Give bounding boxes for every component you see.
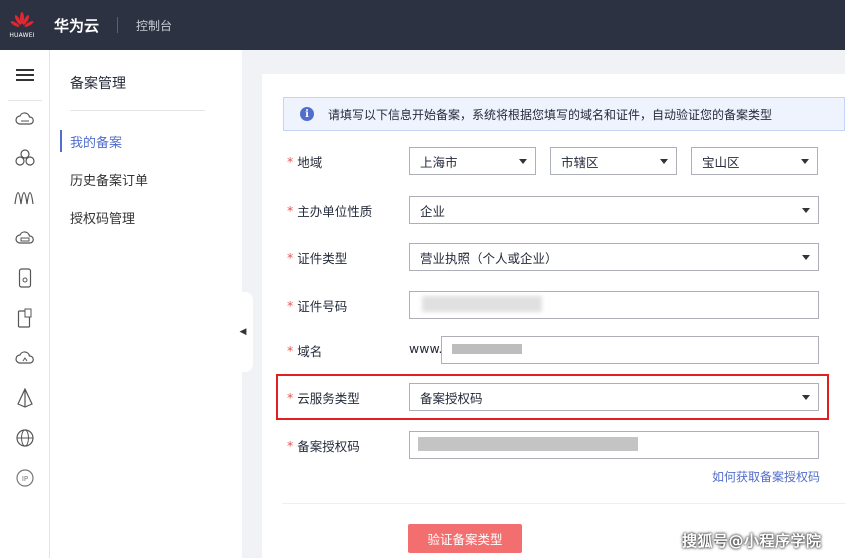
auth-code-label-text: 备案授权码 [297, 438, 360, 454]
nav-item-auth-code-mgmt[interactable]: 授权码管理 [70, 208, 135, 227]
collapse-sidebar-button[interactable]: ◀ [233, 292, 253, 372]
district-value: 宝山区 [702, 154, 740, 170]
caret-down-icon [660, 159, 668, 164]
cert-no-label-text: 证件号码 [297, 298, 348, 314]
active-indicator [60, 130, 62, 152]
redacted-domain [452, 344, 522, 354]
console-link[interactable]: 控制台 [136, 17, 172, 34]
storage-icon[interactable] [0, 223, 50, 253]
caret-down-icon [801, 159, 809, 164]
city-select[interactable]: 市辖区 [550, 147, 677, 175]
cert-type-label-text: 证件类型 [297, 250, 348, 266]
info-text: 请填写以下信息开始备案，系统将根据您填写的域名和证件，自动验证您的备案类型 [328, 107, 773, 122]
huawei-petals-icon [10, 11, 34, 27]
district-select[interactable]: 宝山区 [691, 147, 818, 175]
nav-item-history-orders[interactable]: 历史备案订单 [70, 170, 148, 189]
required-mark: * [287, 437, 294, 453]
unit-type-select[interactable]: 企业 [409, 196, 819, 224]
chevron-left-icon: ◀ [239, 327, 247, 337]
icon-rail: IP [0, 50, 50, 558]
phone-icon[interactable] [0, 263, 50, 293]
rail-divider [8, 100, 42, 101]
wave-icon[interactable] [0, 183, 50, 213]
cert-type-value: 营业执照（个人或企业） [420, 250, 558, 266]
province-select[interactable]: 上海市 [409, 147, 536, 175]
required-mark: * [287, 249, 294, 265]
cluster-icon[interactable] [0, 143, 50, 173]
how-to-get-auth-code-link[interactable]: 如何获取备案授权码 [712, 468, 820, 485]
secondary-sidebar: 备案管理 我的备案 历史备案订单 授权码管理 [50, 50, 242, 558]
globe-icon[interactable] [0, 423, 50, 453]
caret-down-icon [802, 208, 810, 213]
redacted-cert-no [422, 296, 542, 312]
region-label-text: 地域 [297, 154, 323, 170]
required-mark: * [287, 342, 294, 358]
device-icon[interactable] [0, 303, 50, 333]
domain-label: * 域名 [287, 336, 322, 364]
domain-prefix: www. [409, 341, 443, 356]
unit-type-label-text: 主办单位性质 [297, 203, 373, 219]
nav-item-my-filing[interactable]: 我的备案 [70, 132, 122, 151]
highlight-box [276, 374, 829, 420]
watermark: 搜狐号@小程序学院 [682, 532, 822, 550]
unit-type-value: 企业 [420, 203, 446, 219]
top-bar: HUAWEI 华为云 控制台 [0, 0, 845, 50]
cert-no-label: * 证件号码 [287, 291, 347, 319]
sail-icon[interactable] [0, 383, 50, 413]
divider [282, 503, 845, 504]
logo-text: HUAWEI [9, 31, 35, 39]
svg-text:IP: IP [22, 475, 28, 483]
cert-type-label: * 证件类型 [287, 243, 347, 271]
required-mark: * [287, 202, 294, 218]
cert-type-select[interactable]: 营业执照（个人或企业） [409, 243, 819, 271]
info-icon: i [300, 107, 314, 121]
cloud-icon[interactable] [0, 104, 50, 134]
required-mark: * [287, 297, 294, 313]
caret-down-icon [802, 255, 810, 260]
caret-down-icon [519, 159, 527, 164]
info-banner: i 请填写以下信息开始备案，系统将根据您填写的域名和证件，自动验证您的备案类型 [283, 97, 845, 131]
province-value: 上海市 [420, 154, 458, 170]
required-mark: * [287, 153, 294, 169]
redacted-auth-code [418, 437, 638, 451]
brand-name[interactable]: 华为云 [54, 15, 99, 36]
ip-icon[interactable]: IP [0, 463, 50, 493]
auth-code-label: * 备案授权码 [287, 431, 360, 459]
domain-label-text: 域名 [297, 343, 323, 359]
cloud-upload-icon[interactable] [0, 343, 50, 373]
verify-filing-type-button[interactable]: 验证备案类型 [408, 524, 522, 553]
huawei-logo[interactable]: HUAWEI [0, 0, 44, 50]
unit-type-label: * 主办单位性质 [287, 196, 372, 224]
menu-icon[interactable] [0, 60, 50, 90]
region-label: * 地域 [287, 147, 322, 175]
divider [117, 17, 119, 33]
nav-divider [70, 110, 205, 111]
nav-title: 备案管理 [70, 76, 126, 92]
city-value: 市辖区 [561, 154, 599, 170]
